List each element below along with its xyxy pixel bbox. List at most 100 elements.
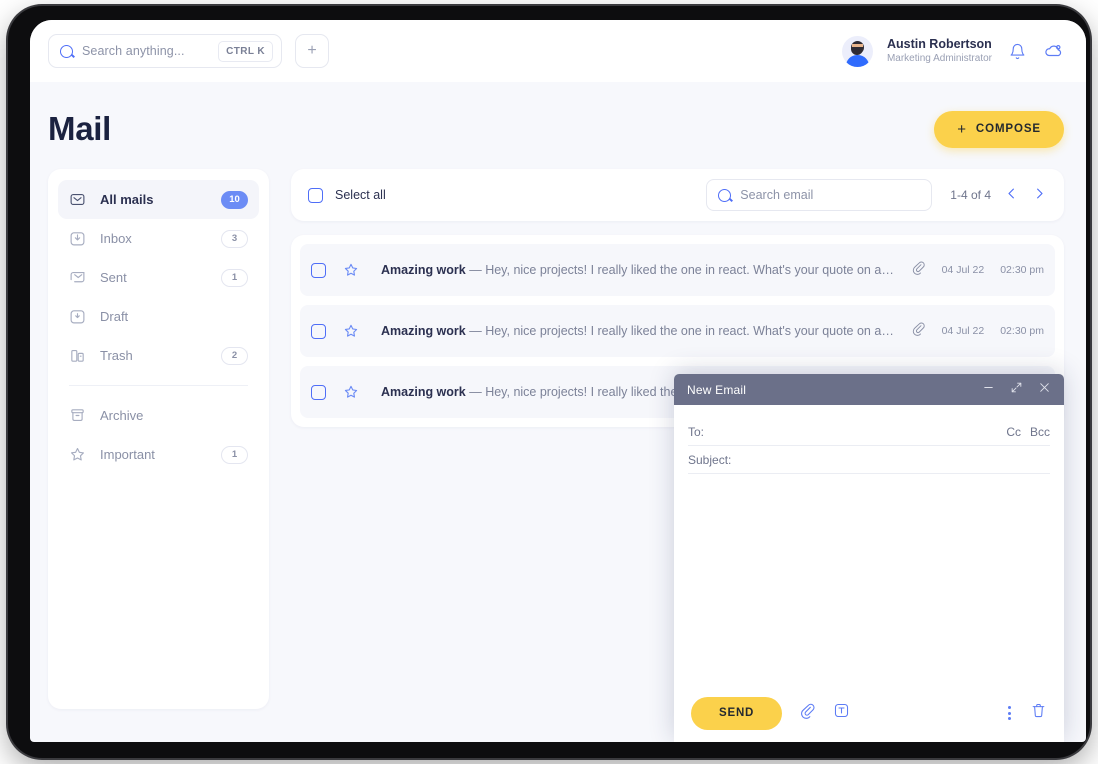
send-button[interactable]: SEND xyxy=(691,696,783,730)
sidebar-item-label: Draft xyxy=(100,309,129,324)
bell-icon[interactable] xyxy=(1006,40,1028,62)
global-search-placeholder: Search anything... xyxy=(82,44,185,58)
search-icon xyxy=(60,44,73,58)
cc-button[interactable]: Cc xyxy=(1006,425,1021,439)
star-icon xyxy=(69,446,86,463)
chevron-left-icon[interactable] xyxy=(1004,186,1019,205)
compose-dialog-actions xyxy=(982,381,1051,399)
subject-field[interactable]: Subject: xyxy=(688,446,1050,474)
table-row[interactable]: Amazing work — Hey, nice projects! I rea… xyxy=(300,305,1055,357)
bcc-button[interactable]: Bcc xyxy=(1030,425,1050,439)
mail-subject: Amazing work xyxy=(381,385,466,399)
row-checkbox[interactable] xyxy=(311,323,326,339)
cc-bcc-group: Cc Bcc xyxy=(1006,425,1050,439)
archive-icon xyxy=(69,407,86,424)
pagination: 1-4 of 4 xyxy=(950,186,1047,205)
sidebar-divider xyxy=(69,385,248,386)
mail-separator: — xyxy=(465,324,486,338)
star-icon[interactable] xyxy=(343,384,359,400)
mail-separator: — xyxy=(465,263,486,277)
mail-preview: Hey, nice projects! I really liked the o… xyxy=(485,263,897,277)
mail-list-toolbar: Select all Search email 1-4 of 4 xyxy=(291,169,1064,221)
close-icon[interactable] xyxy=(1038,381,1051,399)
mail-subject-preview: Amazing work — Hey, nice projects! I rea… xyxy=(381,263,897,277)
avatar[interactable] xyxy=(841,35,873,67)
sidebar-item-label: Inbox xyxy=(100,231,132,246)
to-field[interactable]: To: Cc Bcc xyxy=(688,418,1050,446)
chevron-right-icon[interactable] xyxy=(1032,186,1047,205)
trash-icon[interactable] xyxy=(1030,702,1047,724)
sidebar-item-badge: 1 xyxy=(221,445,248,464)
inbox-icon xyxy=(69,230,86,247)
row-checkbox[interactable] xyxy=(311,384,326,400)
search-icon xyxy=(718,188,732,202)
mail-separator: — xyxy=(465,385,486,399)
compose-plus-icon: + xyxy=(957,120,967,138)
sidebar-item-label: Archive xyxy=(100,408,144,423)
draft-icon xyxy=(69,308,86,325)
avatar-body xyxy=(845,54,869,67)
sidebar-item-sent[interactable]: Sent 1 xyxy=(58,258,259,297)
select-all-label: Select all xyxy=(335,188,386,202)
sidebar-item-label: Sent xyxy=(100,270,127,285)
sidebar-item-badge: 10 xyxy=(221,190,248,209)
paperclip-icon[interactable] xyxy=(911,260,926,280)
star-icon[interactable] xyxy=(343,323,359,339)
row-meta: 04 Jul 22 02:30 pm xyxy=(897,260,1044,280)
compose-button[interactable]: + COMPOSE xyxy=(934,110,1064,148)
mail-subject: Amazing work xyxy=(381,263,466,277)
sidebar-item-important[interactable]: Important 1 xyxy=(58,435,259,474)
sidebar-item-label: Trash xyxy=(100,348,133,363)
table-row[interactable]: Amazing work — Hey, nice projects! I rea… xyxy=(300,244,1055,296)
trash-icon xyxy=(69,347,86,364)
paperclip-icon[interactable] xyxy=(799,702,816,724)
sidebar-item-label: Important xyxy=(100,447,155,462)
search-shortcut-badge: CTRL K xyxy=(218,40,273,62)
minimize-icon[interactable] xyxy=(982,381,995,399)
sidebar-item-trash[interactable]: Trash 2 xyxy=(58,336,259,375)
sidebar-item-badge: 1 xyxy=(221,268,248,287)
sidebar-item-archive[interactable]: Archive xyxy=(58,396,259,435)
sidebar-item-inbox[interactable]: Inbox 3 xyxy=(58,219,259,258)
mail-subject-preview: Amazing work — Hey, nice projects! I rea… xyxy=(381,324,897,338)
mail-preview: Hey, nice projects! I really liked the o… xyxy=(485,324,897,338)
more-vertical-icon[interactable] xyxy=(1008,706,1011,720)
avatar-beard xyxy=(851,46,864,55)
global-search[interactable]: Search anything... CTRL K xyxy=(48,34,282,68)
user-role: Marketing Administrator xyxy=(886,52,992,64)
sent-icon xyxy=(69,269,86,286)
email-search-input[interactable]: Search email xyxy=(706,179,933,211)
page-header: Mail + COMPOSE xyxy=(30,82,1086,148)
add-button[interactable]: + xyxy=(295,34,329,68)
expand-icon[interactable] xyxy=(1010,381,1023,399)
mail-date: 04 Jul 22 xyxy=(941,264,985,276)
top-bar-right: Austin Robertson Marketing Administrator xyxy=(841,35,1064,67)
page-title: Mail xyxy=(48,110,111,147)
mail-time: 02:30 pm xyxy=(1000,325,1044,337)
device-bezel: Search anything... CTRL K + Austin Rober… xyxy=(8,6,1090,758)
compose-button-label: COMPOSE xyxy=(975,123,1041,135)
star-icon[interactable] xyxy=(343,262,359,278)
user-info[interactable]: Austin Robertson Marketing Administrator xyxy=(887,37,992,65)
sidebar-item-all-mails[interactable]: All mails 10 xyxy=(58,180,259,219)
email-search-placeholder: Search email xyxy=(740,188,814,202)
chat-cloud-icon[interactable] xyxy=(1042,40,1064,62)
subject-label: Subject: xyxy=(688,452,732,467)
sidebar-item-badge: 2 xyxy=(221,346,248,365)
compose-footer-right xyxy=(1008,702,1047,724)
pagination-range: 1-4 of 4 xyxy=(950,188,991,202)
row-checkbox[interactable] xyxy=(311,262,326,278)
compose-body-textarea[interactable] xyxy=(674,474,1064,684)
sidebar-item-draft[interactable]: Draft xyxy=(58,297,259,336)
paperclip-icon[interactable] xyxy=(911,321,926,341)
select-all-checkbox[interactable] xyxy=(308,187,323,203)
sidebar: All mails 10 Inbox 3 Sent 1 Draft Trash … xyxy=(48,169,269,709)
mail-time: 02:30 pm xyxy=(1000,264,1044,276)
compose-dialog: New Email To: Cc Bcc Subject: SEND xyxy=(674,374,1064,742)
text-format-icon[interactable] xyxy=(833,702,850,724)
envelope-icon xyxy=(69,191,86,208)
compose-dialog-title: New Email xyxy=(687,382,747,397)
mail-date: 04 Jul 22 xyxy=(941,325,985,337)
compose-dialog-header[interactable]: New Email xyxy=(674,374,1064,405)
sidebar-item-label: All mails xyxy=(100,192,154,207)
